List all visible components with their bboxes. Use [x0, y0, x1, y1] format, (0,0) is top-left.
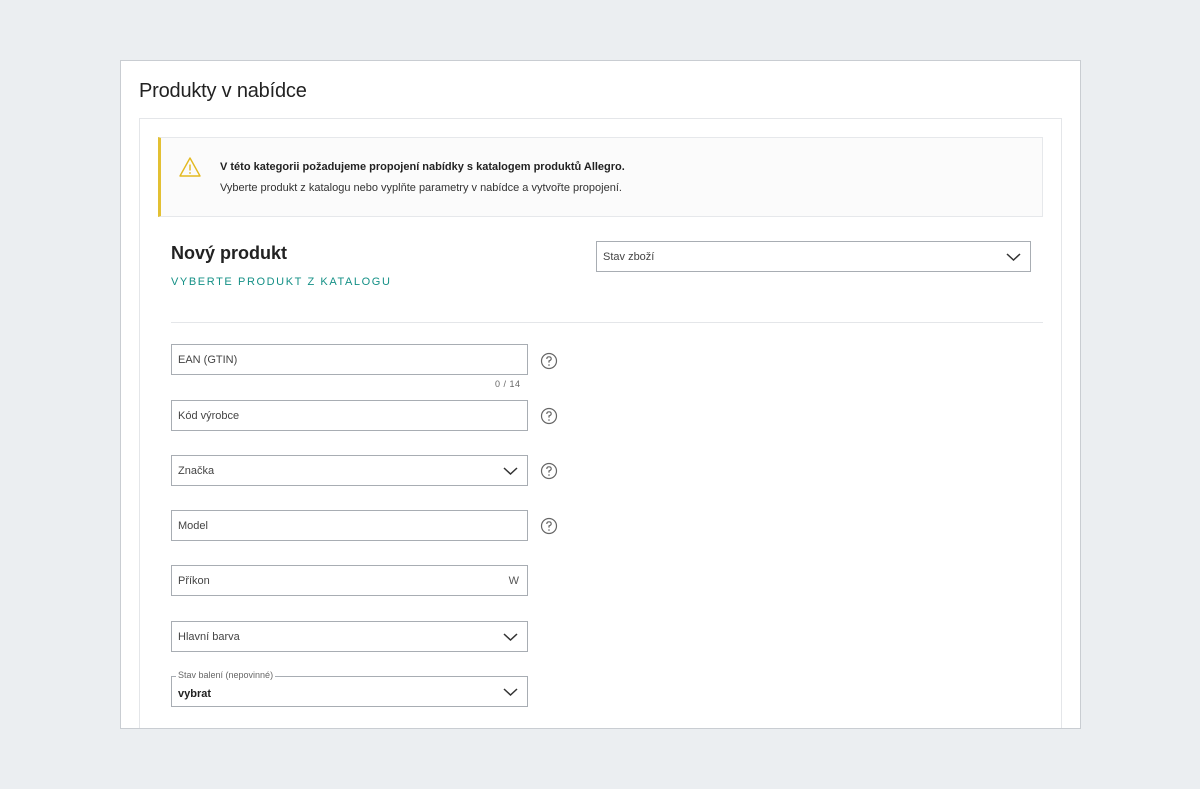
packaging-state-legend: Stav balení (nepovinné) [176, 670, 276, 680]
brand-placeholder: Značka [178, 465, 215, 477]
packaging-state-select[interactable]: Stav balení (nepovinné) vybrat [171, 670, 528, 707]
help-icon[interactable] [540, 462, 558, 480]
chevron-down-icon [503, 688, 518, 697]
main-color-select[interactable]: Hlavní barva [171, 621, 528, 652]
chevron-down-icon [1006, 253, 1021, 262]
alert-text: Vyberte produkt z katalogu nebo vyplňte … [220, 182, 622, 194]
page-title: Produkty v nabídce [139, 80, 307, 102]
section-divider [171, 322, 1043, 323]
warning-icon [179, 157, 201, 177]
model-input[interactable]: Model [171, 510, 528, 541]
main-color-placeholder: Hlavní barva [178, 631, 240, 643]
chevron-down-icon [503, 633, 518, 642]
help-icon[interactable] [540, 352, 558, 370]
chevron-down-icon [503, 467, 518, 476]
catalog-alert: V této kategorii požadujeme propojení na… [158, 137, 1043, 217]
help-icon[interactable] [540, 407, 558, 425]
packaging-state-value: vybrat [178, 688, 212, 700]
power-input[interactable]: Příkon W [171, 565, 528, 596]
ean-input[interactable]: EAN (GTIN) [171, 344, 528, 375]
condition-select[interactable]: Stav zboží [596, 241, 1031, 272]
help-icon[interactable] [540, 517, 558, 535]
manufacturer-code-input[interactable]: Kód výrobce [171, 400, 528, 431]
condition-select-placeholder: Stav zboží [603, 251, 655, 263]
new-product-title: Nový produkt [171, 243, 288, 263]
select-from-catalog-link[interactable]: VYBERTE PRODUKT Z KATALOGU [171, 276, 392, 288]
alert-title: V této kategorii požadujeme propojení na… [220, 161, 625, 173]
ean-char-counter: 0 / 14 [495, 379, 521, 389]
products-panel: V této kategorii požadujeme propojení na… [139, 118, 1062, 728]
brand-select[interactable]: Značka [171, 455, 528, 486]
power-unit: W [508, 575, 519, 587]
model-placeholder: Model [178, 520, 208, 532]
products-card: Produkty v nabídce V této kategorii poža… [120, 60, 1081, 729]
power-placeholder: Příkon [178, 575, 210, 587]
ean-placeholder: EAN (GTIN) [178, 354, 238, 366]
manufacturer-code-placeholder: Kód výrobce [178, 410, 240, 422]
